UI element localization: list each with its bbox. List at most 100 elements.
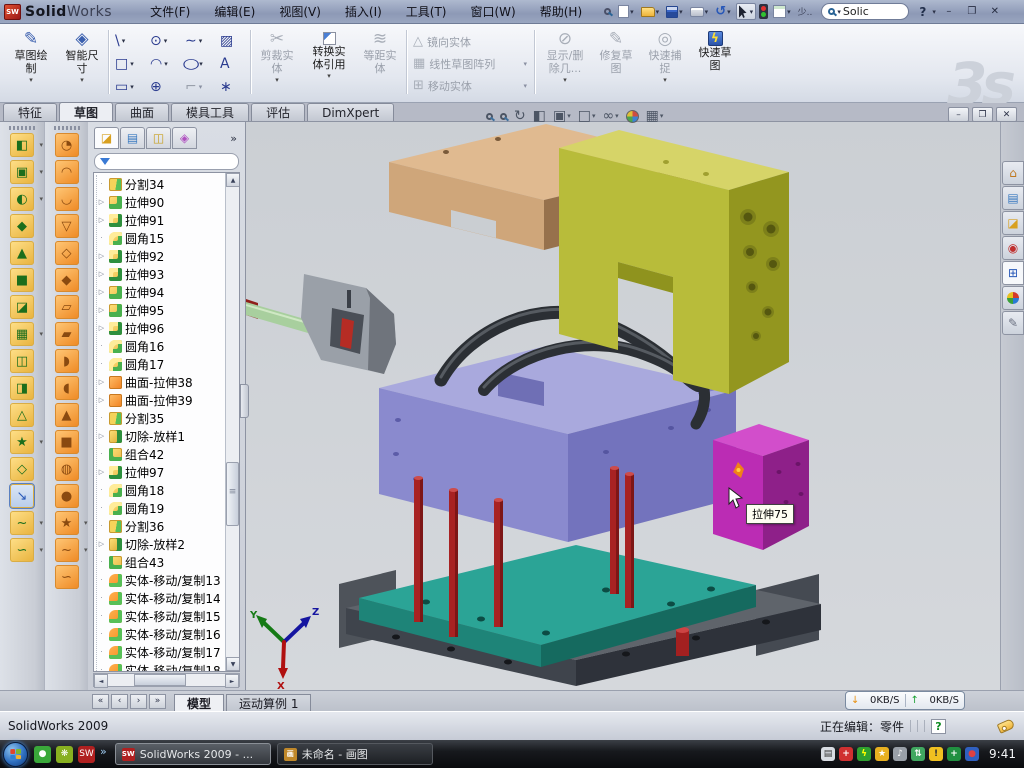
tree-item-3[interactable]: ·圆角15 — [97, 229, 225, 247]
pin-toolbar-button[interactable] — [602, 6, 613, 17]
extruded-boss-button[interactable]: ◧▾ — [10, 133, 34, 157]
zoom-area-icon[interactable] — [500, 113, 507, 120]
security-quicklaunch[interactable]: ❋ — [56, 746, 73, 763]
move-copy-body-button[interactable]: △ — [10, 403, 34, 427]
scroll-right-button[interactable]: ► — [225, 674, 239, 688]
spline-button[interactable]: ∼▾ — [182, 30, 214, 52]
tree-item-9[interactable]: ·圆角16 — [97, 337, 225, 355]
replace-face-button[interactable]: ▲ — [55, 403, 79, 427]
volume-tray[interactable]: ♪ — [893, 747, 907, 761]
rotate-view-icon[interactable]: ↻ — [514, 108, 526, 124]
messenger-quicklaunch[interactable]: ● — [34, 746, 51, 763]
sheet-tab-1[interactable]: 运动算例 1 — [226, 694, 311, 712]
green-rod[interactable] — [246, 302, 308, 333]
tree-item-8[interactable]: ▷拉伸96 — [97, 319, 225, 337]
extruded-cut-button[interactable]: ▣▾ — [10, 160, 34, 184]
extruded-surface-button[interactable]: ◔ — [55, 133, 79, 157]
appearances-scenes-tab[interactable] — [1002, 286, 1024, 310]
solidworks-search-tab[interactable]: ◉ — [1002, 236, 1024, 260]
network-tray[interactable]: ⇅ — [911, 747, 925, 761]
update-tray[interactable]: ● — [965, 747, 979, 761]
centerpoint-arc-button[interactable]: ◠▾ — [147, 53, 179, 75]
tree-item-10[interactable]: ·圆角17 — [97, 355, 225, 373]
tree-horizontal-scrollbar[interactable]: ◄ ► — [93, 673, 240, 687]
split-body-button[interactable]: ◨ — [10, 376, 34, 400]
security-shield-tray[interactable]: ϟ — [857, 747, 871, 761]
doc-minimize-button[interactable]: – — [948, 107, 969, 122]
lofted-surface-button[interactable]: ▽ — [55, 214, 79, 238]
keyboard-indicator[interactable]: ▤ — [821, 747, 835, 761]
hide-show-items-icon[interactable]: ∞▾ — [602, 108, 618, 124]
badge-tray[interactable]: ★ — [875, 747, 889, 761]
tag-icon[interactable] — [997, 718, 1016, 734]
move-entities-button[interactable]: ⊞移动实体▾ — [410, 76, 530, 96]
tree-item-7[interactable]: ▷拉伸95 — [97, 301, 225, 319]
point-button[interactable]: ∗ — [217, 76, 249, 98]
tree-item-21[interactable]: ·组合43 — [97, 553, 225, 571]
corner-rectangle-button[interactable]: □▾ — [112, 53, 144, 75]
scene-icon[interactable]: ▦▾ — [646, 108, 664, 124]
tree-item-19[interactable]: ·分割36 — [97, 517, 225, 535]
expand-arrow-icon[interactable]: ▷ — [97, 432, 106, 440]
menu-item-3[interactable]: 插入(I) — [333, 0, 394, 23]
line-button[interactable]: \▾ — [112, 30, 144, 52]
taskbar-task-1[interactable]: 画未命名 - 画图 — [277, 743, 433, 765]
tree-item-5[interactable]: ▷拉伸93 — [97, 265, 225, 283]
ellipse-button[interactable]: ○▾ — [182, 53, 214, 75]
tree-item-20[interactable]: ▷切除-放样2 — [97, 535, 225, 553]
tree-item-14[interactable]: ▷切除-放样1 — [97, 427, 225, 445]
feature-tree-tab[interactable]: ◪ — [94, 127, 119, 149]
3d-model-scene[interactable]: Y Z X — [246, 122, 1000, 690]
tree-item-17[interactable]: ·圆角18 — [97, 481, 225, 499]
scroll-left-button[interactable]: ◄ — [94, 674, 108, 688]
help-button[interactable]: ? — [916, 5, 929, 19]
menu-item-5[interactable]: 窗口(W) — [459, 0, 528, 23]
display-style-icon[interactable]: □▾ — [578, 108, 596, 124]
zoom-fit-icon[interactable] — [486, 113, 493, 120]
swept-surface-button[interactable]: ◡ — [55, 187, 79, 211]
file-explorer-tab[interactable]: ◪ — [1002, 211, 1024, 235]
shell-button[interactable]: ■ — [10, 268, 34, 292]
section-view-icon[interactable]: ◧ — [533, 108, 546, 124]
toolbar-drag-handle[interactable] — [54, 126, 80, 130]
graphics-viewport[interactable]: Y Z X — [246, 122, 1000, 690]
doc-restore-button[interactable]: ❐ — [972, 107, 993, 122]
repair-sketch-button[interactable]: ✎ 修复草 图 — [594, 27, 638, 99]
reference-curve-button[interactable]: ~▾ — [10, 511, 34, 535]
thicken-button[interactable]: ★▾ — [55, 511, 79, 535]
doc-close-button[interactable]: ✕ — [996, 107, 1017, 122]
rebuild-traffic-icon[interactable] — [759, 4, 768, 19]
pane-splitter-grip[interactable] — [240, 384, 249, 418]
convert-entities-button[interactable]: 转换实 体引用 ▾ — [304, 27, 354, 99]
tree-item-18[interactable]: ·圆角19 — [97, 499, 225, 517]
offset-entities-button[interactable]: ≋ 等距实 体 — [358, 27, 402, 99]
linear-pattern-button[interactable]: ▦▾ — [10, 322, 34, 346]
search-input[interactable]: ▾ Solic — [821, 3, 909, 20]
filled-surface-button[interactable]: ◆ — [55, 268, 79, 292]
yellow-clamp-bracket[interactable] — [559, 130, 789, 394]
restore-button[interactable]: ❐ — [962, 4, 982, 19]
command-tab-1[interactable]: 草图 — [59, 102, 113, 121]
menu-item-1[interactable]: 编辑(E) — [202, 0, 267, 23]
menu-item-4[interactable]: 工具(T) — [394, 0, 459, 23]
command-tab-4[interactable]: 评估 — [251, 103, 305, 121]
circle-button[interactable]: ⊙▾ — [147, 30, 179, 52]
ruled-surface-button[interactable]: ◗ — [55, 349, 79, 373]
select-tool-button[interactable]: ▾ — [736, 3, 757, 20]
surface-curve-button[interactable]: ∽ — [55, 565, 79, 589]
start-button[interactable] — [3, 742, 28, 767]
ejector-pin-stub[interactable] — [676, 630, 689, 656]
command-tab-3[interactable]: 模具工具 — [171, 103, 249, 121]
tree-item-27[interactable]: ·实体-移动/复制18 — [97, 661, 225, 672]
configuration-manager-tab[interactable]: ◫ — [146, 127, 171, 149]
tree-item-6[interactable]: ▷拉伸94 — [97, 283, 225, 301]
expand-arrow-icon[interactable]: ▷ — [97, 216, 106, 224]
boundary-surface-button[interactable]: ◇ — [55, 241, 79, 265]
expand-arrow-icon[interactable]: ▷ — [97, 198, 106, 206]
antivirus-tray[interactable]: + — [839, 747, 853, 761]
mirror-entities-button[interactable]: △镜向实体 — [410, 32, 530, 52]
delete-body-button[interactable]: ◇ — [10, 457, 34, 481]
quick-tip-help-icon[interactable]: ? — [931, 719, 946, 734]
expand-arrow-icon[interactable]: ▷ — [97, 540, 106, 548]
new-file-button[interactable]: ▾ — [616, 3, 636, 20]
